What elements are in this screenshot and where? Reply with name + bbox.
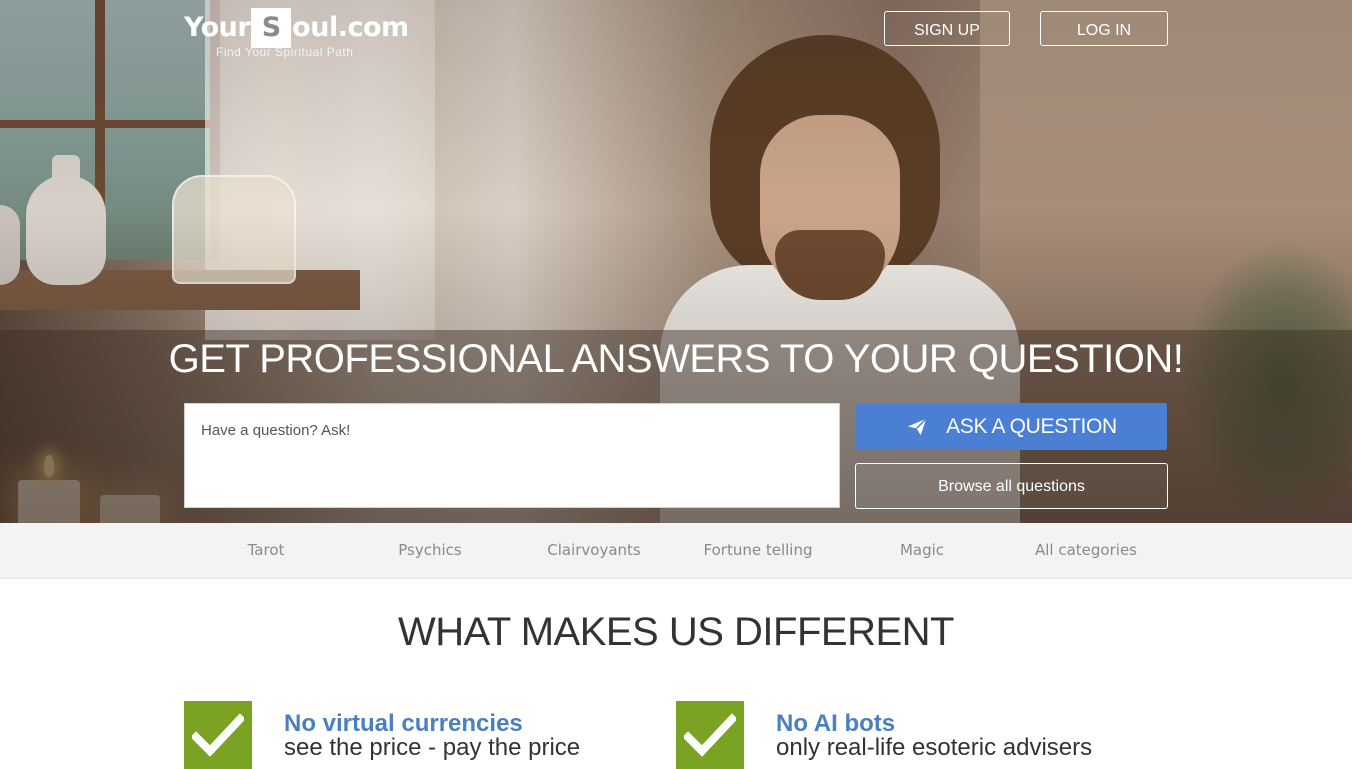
checkmark-icon — [192, 713, 244, 757]
question-input[interactable] — [184, 403, 840, 508]
category-all[interactable]: All categories — [1004, 523, 1168, 578]
logo-wordmark: Your Soul.com — [184, 5, 409, 50]
browse-questions-button[interactable]: Browse all questions — [855, 463, 1168, 509]
site-logo[interactable]: Your Soul.com Find Your Spiritual Path — [184, 5, 409, 65]
hero-headline: GET PROFESSIONAL ANSWERS TO YOUR QUESTIO… — [168, 337, 1184, 381]
section-title: WHAT MAKES US DIFFERENT — [398, 610, 954, 654]
sign-up-button[interactable]: SIGN UP — [884, 11, 1010, 46]
checkmark-icon — [684, 713, 736, 757]
category-fortune-telling[interactable]: Fortune telling — [676, 523, 840, 578]
paper-plane-icon — [907, 417, 927, 435]
category-magic[interactable]: Magic — [840, 523, 1004, 578]
category-nav: Tarot Psychics Clairvoyants Fortune tell… — [0, 523, 1352, 579]
category-psychics[interactable]: Psychics — [348, 523, 512, 578]
logo-tagline: Find Your Spiritual Path — [216, 45, 354, 59]
logo-suffix: oul.com — [292, 12, 409, 43]
ask-question-button[interactable]: ASK A QUESTION — [856, 403, 1167, 450]
category-clairvoyants[interactable]: Clairvoyants — [512, 523, 676, 578]
feature-subtitle: only real-life esoteric advisers — [776, 734, 1093, 761]
feature-check-badge — [184, 701, 252, 769]
category-tarot[interactable]: Tarot — [184, 523, 348, 578]
feature-subtitle: see the price - pay the price — [284, 734, 581, 761]
log-in-button[interactable]: LOG IN — [1040, 11, 1168, 46]
ask-question-label: ASK A QUESTION — [946, 414, 1117, 438]
logo-prefix: Your — [184, 12, 251, 43]
logo-letter-box: S — [251, 7, 292, 48]
feature-check-badge — [676, 701, 744, 769]
